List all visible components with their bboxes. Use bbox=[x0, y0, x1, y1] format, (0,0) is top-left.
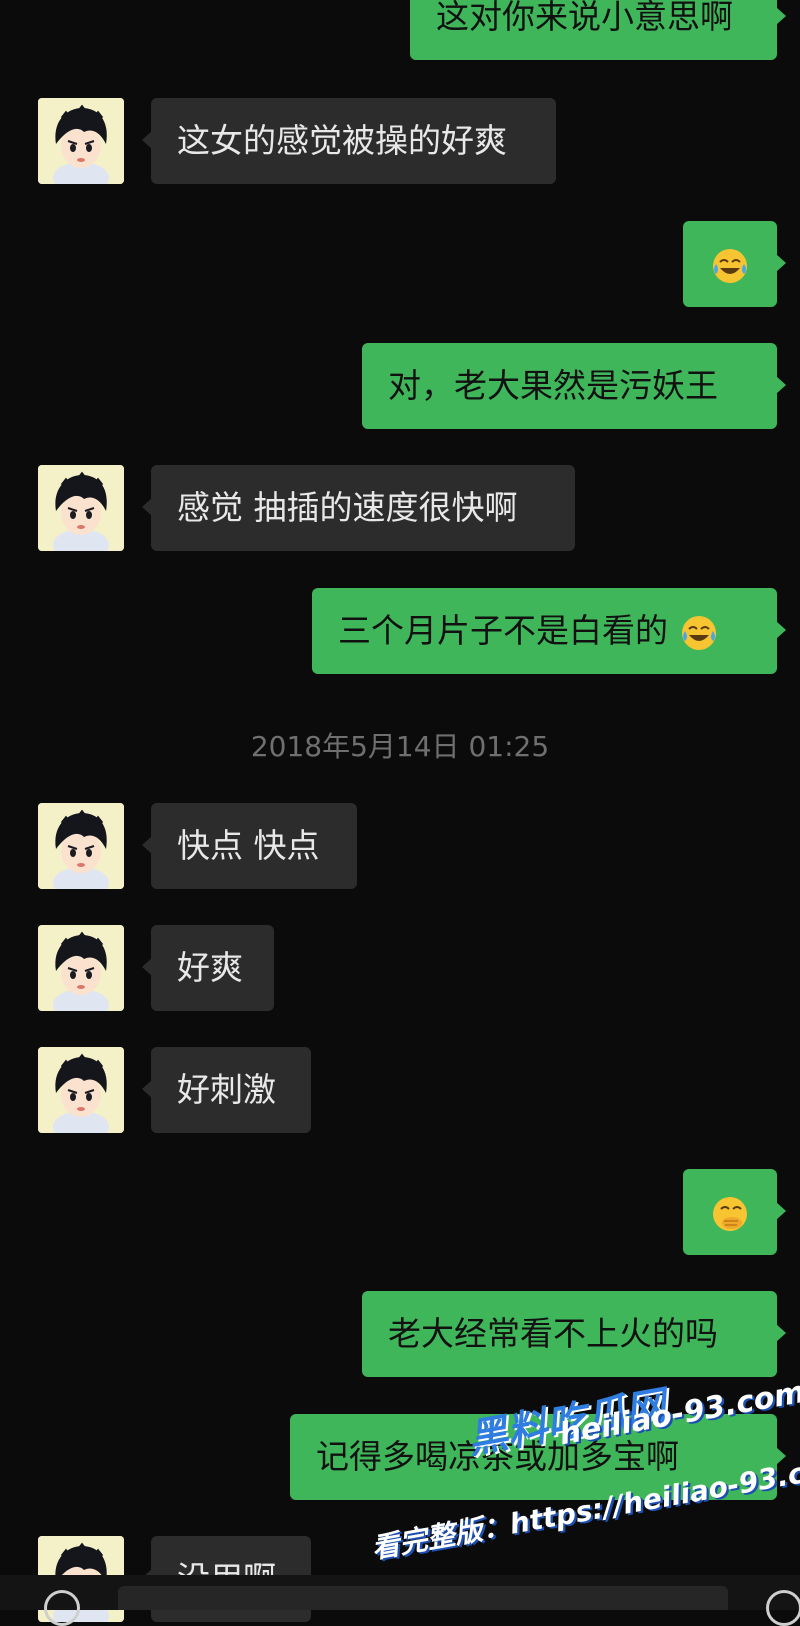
message-bubble-incoming[interactable]: 这女的感觉被操的好爽 bbox=[142, 98, 556, 184]
message-text: 对，老大果然是污妖王 bbox=[388, 366, 718, 405]
contact-avatar[interactable] bbox=[38, 925, 124, 1011]
message-bubble-incoming[interactable]: 好刺激 bbox=[142, 1047, 311, 1133]
message-bubble-outgoing[interactable] bbox=[683, 221, 786, 307]
message-text: 老大经常看不上火的吗 bbox=[388, 1314, 718, 1353]
contact-avatar[interactable] bbox=[38, 98, 124, 184]
message-bubble-outgoing[interactable] bbox=[683, 1169, 786, 1255]
message-bubble-outgoing[interactable]: 对，老大果然是污妖王 bbox=[362, 343, 786, 429]
laugh-cry-icon bbox=[681, 615, 716, 650]
message-text: 三个月片子不是白看的 bbox=[338, 611, 668, 650]
contact-avatar[interactable] bbox=[38, 465, 124, 551]
avatar-boy-icon bbox=[38, 803, 124, 889]
message-text: 这女的感觉被操的好爽 bbox=[177, 121, 507, 160]
message-bubble-outgoing[interactable]: 这对你来说小意思啊 bbox=[410, 0, 786, 60]
avatar-boy-icon bbox=[38, 925, 124, 1011]
avatar-boy-icon bbox=[38, 465, 124, 551]
message-input[interactable] bbox=[118, 1586, 728, 1610]
message-text: 这对你来说小意思啊 bbox=[436, 0, 733, 36]
contact-avatar[interactable] bbox=[38, 1047, 124, 1133]
hand-over-mouth-icon bbox=[713, 1196, 747, 1231]
message-text: 快点 快点 bbox=[177, 826, 320, 865]
message-bubble-incoming[interactable]: 快点 快点 bbox=[142, 803, 357, 889]
message-text: 感觉 抽插的速度很快啊 bbox=[177, 488, 518, 527]
laugh-cry-icon bbox=[713, 248, 747, 283]
message-bubble-outgoing[interactable]: 三个月片子不是白看的 bbox=[312, 588, 786, 674]
message-bubble-incoming[interactable]: 感觉 抽插的速度很快啊 bbox=[142, 465, 575, 551]
chat-area[interactable]: 这对你来说小意思啊 这女的感觉被操的好爽 对，老大果然是污妖王 感觉 抽插的速度… bbox=[0, 0, 800, 1622]
chat-timestamp: 2018年5月14日 01:25 bbox=[250, 730, 550, 763]
message-bubble-incoming[interactable]: 好爽 bbox=[142, 925, 274, 1011]
contact-avatar[interactable] bbox=[38, 803, 124, 889]
emoji-icon[interactable] bbox=[766, 1590, 800, 1626]
message-text: 好爽 bbox=[177, 948, 243, 987]
message-bubble-outgoing[interactable]: 老大经常看不上火的吗 bbox=[362, 1291, 786, 1377]
avatar-boy-icon bbox=[38, 1047, 124, 1133]
voice-icon[interactable] bbox=[44, 1590, 80, 1626]
message-text: 好刺激 bbox=[177, 1070, 276, 1109]
avatar-boy-icon bbox=[38, 98, 124, 184]
